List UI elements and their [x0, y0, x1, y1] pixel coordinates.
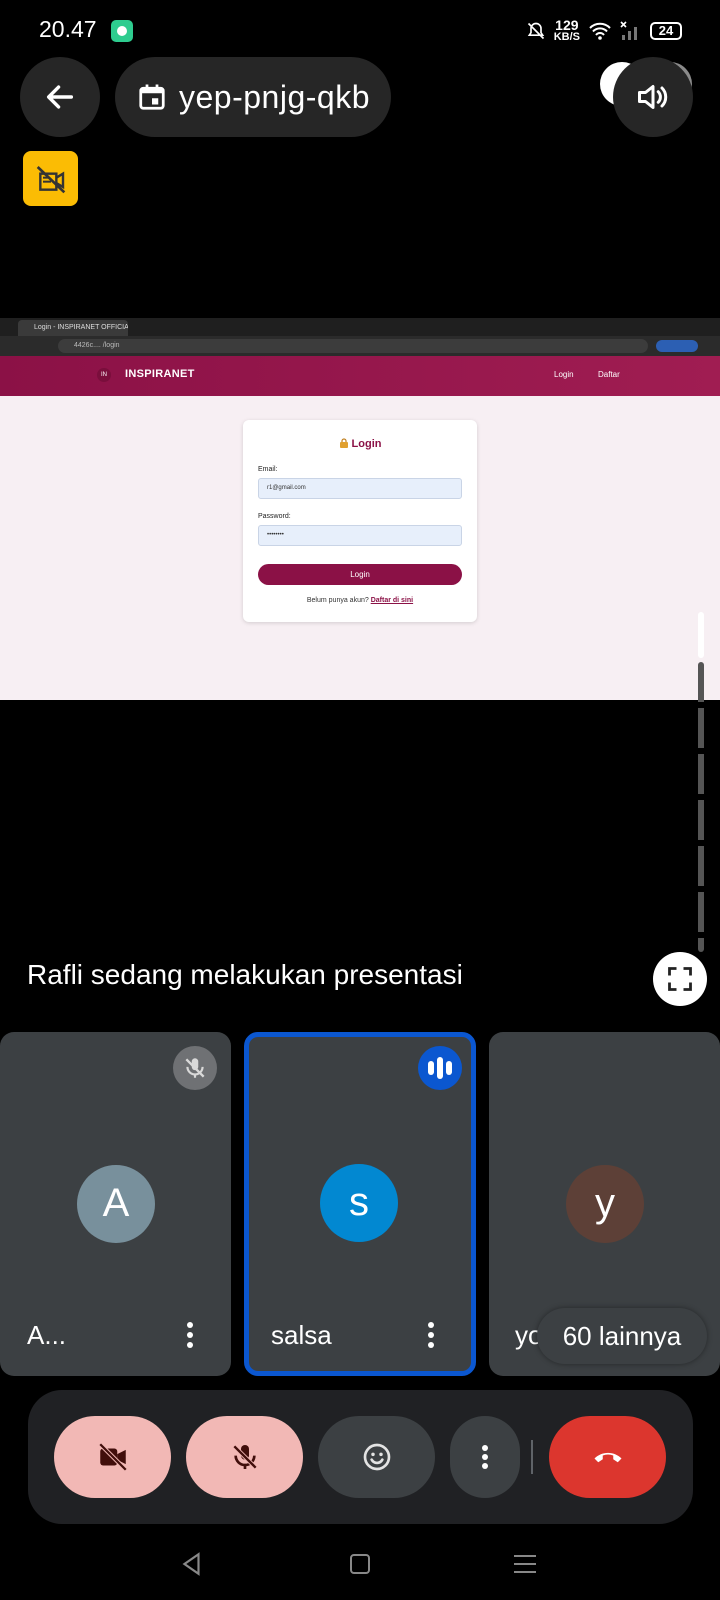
network-speed-value: 129 [555, 17, 579, 33]
network-speed-unit: KB/S [553, 31, 580, 43]
phone-hangup-icon [594, 1452, 621, 1463]
browser-tab-bar: Login - INSPIRANET OFFICIAL [0, 318, 720, 336]
browser-address-bar: 4426c.... /login [0, 336, 720, 356]
browser-tab: Login - INSPIRANET OFFICIAL [18, 320, 128, 336]
password-label: Password: [258, 513, 291, 520]
browser-url: 4426c.... /login [58, 339, 648, 353]
mic-off-icon [185, 1058, 205, 1078]
presentation-scroll-indicator[interactable] [698, 612, 706, 952]
signup-text: Belum punya akun? [306, 597, 371, 604]
battery-indicator: 24 [650, 21, 682, 40]
mic-toggle-button[interactable] [186, 1416, 303, 1498]
participant-name: salsa [271, 1320, 332, 1350]
speaking-indicator-icon [418, 1046, 462, 1090]
login-submit-button: Login [258, 564, 462, 585]
back-button[interactable] [20, 57, 100, 137]
no-video-badge[interactable] [23, 151, 78, 206]
app-notification-icon [111, 20, 133, 42]
emoji-icon [363, 1443, 390, 1471]
calendar-icon [139, 84, 165, 110]
mic-off-icon [232, 1444, 257, 1470]
status-indicators: 129 KB/S 24 [526, 18, 682, 43]
audio-output-button[interactable] [613, 57, 693, 137]
meeting-info-chip[interactable]: yep-pnjg-qkb [115, 57, 391, 137]
avatar: A [77, 1165, 155, 1243]
shared-screen: Login - INSPIRANET OFFICIAL 4426c.... /l… [0, 318, 720, 700]
camera-off-icon [98, 1442, 127, 1472]
arrow-left-icon [46, 85, 74, 109]
menu-recents-icon [514, 1555, 536, 1573]
call-controls-bar [28, 1390, 693, 1524]
participant-menu-button[interactable] [416, 1315, 446, 1355]
email-label: Email: [258, 466, 278, 473]
site-logo: IN [97, 368, 111, 382]
site-nav-login: Login [554, 370, 574, 379]
browser-profile-chip [656, 340, 698, 352]
leave-call-button[interactable] [549, 1416, 666, 1498]
site-navbar: IN INSPIRANET Login Daftar [0, 356, 720, 396]
site-brand: INSPIRANET [125, 368, 195, 380]
triangle-back-icon [182, 1552, 200, 1576]
email-field: r1@gmail.com [258, 478, 462, 499]
fullscreen-button[interactable] [653, 952, 707, 1006]
signup-prompt: Belum punya akun? Daftar di sini [243, 597, 477, 604]
participant-menu-button[interactable] [175, 1315, 205, 1355]
mute-notifications-icon [527, 22, 544, 39]
camera-toggle-button[interactable] [54, 1416, 171, 1498]
site-nav-daftar: Daftar [598, 370, 620, 379]
reactions-button[interactable] [318, 1416, 435, 1498]
system-navigation-bar [0, 1524, 720, 1600]
presenter-caption: Rafli sedang melakukan presentasi [27, 959, 463, 990]
nav-back-button[interactable] [172, 1544, 212, 1584]
wifi-icon [589, 22, 611, 40]
cellular-signal-icon [620, 20, 637, 40]
controls-divider [531, 1440, 533, 1474]
more-participants-chip[interactable]: 60 lainnya [537, 1308, 707, 1364]
status-bar: 20.47 129 KB/S 24 [0, 0, 720, 62]
avatar: s [320, 1164, 398, 1242]
square-home-icon [350, 1554, 370, 1574]
password-field: •••••••• [258, 525, 462, 546]
muted-badge [173, 1046, 217, 1090]
fullscreen-icon [668, 967, 692, 991]
speaker-icon [638, 85, 668, 109]
lock-icon [339, 438, 348, 448]
login-title: Login [243, 438, 477, 450]
no-video-icon [36, 165, 65, 193]
more-options-button[interactable] [450, 1416, 520, 1498]
nav-recents-button[interactable] [505, 1544, 545, 1584]
signup-link: Daftar di sini [370, 597, 414, 604]
login-title-text: Login [351, 438, 382, 450]
status-time: 20.47 [39, 16, 97, 42]
more-vert-icon [482, 1445, 488, 1469]
avatar: y [566, 1165, 644, 1243]
meeting-code: yep-pnjg-qkb [179, 78, 370, 115]
participant-name: A... [27, 1320, 67, 1350]
network-speed: 129 KB/S [554, 18, 580, 43]
login-card: Login Email: r1@gmail.com Password: ••••… [243, 420, 477, 622]
nav-home-button[interactable] [340, 1544, 380, 1584]
